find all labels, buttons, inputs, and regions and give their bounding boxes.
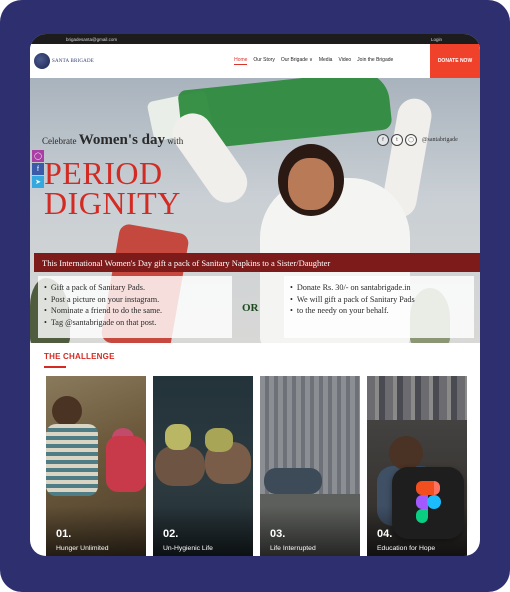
nav-menu: Home Our Story Our Brigade ∨ Media Video…: [234, 57, 393, 65]
challenge-heading: THE CHALLENGE: [44, 352, 115, 361]
nav-item-join[interactable]: Join the Brigade: [357, 57, 393, 65]
celebrate-line: Celebrate Women's day with: [42, 132, 183, 149]
list-item: to the needy on your behalf.: [290, 305, 474, 317]
card-number: 03.: [270, 528, 286, 540]
celebrate-suffix: with: [167, 136, 184, 146]
logo-icon: [34, 53, 50, 69]
celebrate-emphasis: Women's day: [78, 132, 165, 148]
donate-steps-list: Donate Rs. 30/- on santabrigade.in We wi…: [284, 276, 474, 317]
headline-line-2: DIGNITY: [44, 185, 181, 221]
or-label: OR: [242, 302, 259, 314]
nav-item-video[interactable]: Video: [338, 57, 351, 65]
hero-headline: PERIOD DIGNITY: [44, 155, 181, 221]
campaign-options: Gift a pack of Sanitary Pads. Post a pic…: [30, 276, 480, 340]
list-item: Post a picture on your instagram.: [44, 294, 232, 306]
facebook-icon[interactable]: f: [32, 163, 44, 175]
challenge-card-hygiene[interactable]: 02. Un-Hygienic Life: [153, 376, 253, 556]
brand-logo[interactable]: SANTA BRIGADE: [34, 53, 94, 69]
gift-steps-list: Gift a pack of Sanitary Pads. Post a pic…: [38, 276, 232, 328]
challenge-card-hunger[interactable]: 01. Hunger Unlimited: [46, 376, 146, 556]
option-gift-box: Gift a pack of Sanitary Pads. Post a pic…: [38, 276, 232, 338]
figma-logo-icon: [392, 467, 464, 539]
list-item: We will gift a pack of Sanitary Pads: [290, 294, 474, 306]
nav-item-home[interactable]: Home: [234, 57, 248, 65]
option-donate-box: Donate Rs. 30/- on santabrigade.in We wi…: [284, 276, 474, 338]
headline-line-1: PERIOD: [44, 155, 163, 191]
card-title: Un-Hygienic Life: [163, 545, 213, 552]
device-frame: brigadesanta@gmail.com Login SANTA BRIGA…: [0, 0, 510, 592]
login-link[interactable]: Login: [431, 37, 442, 42]
instagram-handle[interactable]: @santabrigade: [422, 137, 458, 143]
card-number: 02.: [163, 528, 179, 540]
heading-underline: [44, 366, 66, 368]
top-info-bar: brigadesanta@gmail.com Login: [30, 34, 480, 44]
twitter-icon[interactable]: ➤: [32, 176, 44, 188]
card-title: Life Interrupted: [270, 545, 316, 552]
facebook-circle-icon[interactable]: f: [377, 134, 389, 146]
card-title: Hunger Unlimited: [56, 545, 109, 552]
nav-item-our-brigade[interactable]: Our Brigade ∨: [281, 57, 313, 65]
social-share-bar: ◯ f ➤: [32, 150, 44, 189]
nav-item-media[interactable]: Media: [319, 57, 333, 65]
list-item: Nominate a friend to do the same.: [44, 305, 232, 317]
campaign-banner: This International Women's Day gift a pa…: [34, 253, 480, 272]
contact-email[interactable]: brigadesanta@gmail.com: [66, 37, 117, 42]
hero-banner: ◯ f ➤ Celebrate Women's day with PERIOD …: [30, 78, 480, 343]
list-item: Donate Rs. 30/- on santabrigade.in: [290, 282, 474, 294]
list-item: Tag @santabrigade on that post.: [44, 317, 232, 329]
main-navbar: SANTA BRIGADE Home Our Story Our Brigade…: [30, 44, 480, 78]
celebrate-prefix: Celebrate: [42, 136, 77, 146]
brand-name: SANTA BRIGADE: [52, 58, 95, 64]
hero-social-links: f t ◯ @santabrigade: [377, 134, 458, 146]
challenge-card-life[interactable]: 03. Life Interrupted: [260, 376, 360, 556]
girl-face: [288, 158, 334, 210]
instagram-icon[interactable]: ◯: [32, 150, 44, 162]
card-number: 01.: [56, 528, 72, 540]
card-number: 04.: [377, 528, 393, 540]
instagram-circle-icon[interactable]: ◯: [405, 134, 417, 146]
twitter-circle-icon[interactable]: t: [391, 134, 403, 146]
card-title: Education for Hope: [377, 545, 436, 552]
list-item: Gift a pack of Sanitary Pads.: [44, 282, 232, 294]
donate-now-button[interactable]: DONATE NOW: [430, 44, 480, 78]
nav-item-our-story[interactable]: Our Story: [253, 57, 274, 65]
